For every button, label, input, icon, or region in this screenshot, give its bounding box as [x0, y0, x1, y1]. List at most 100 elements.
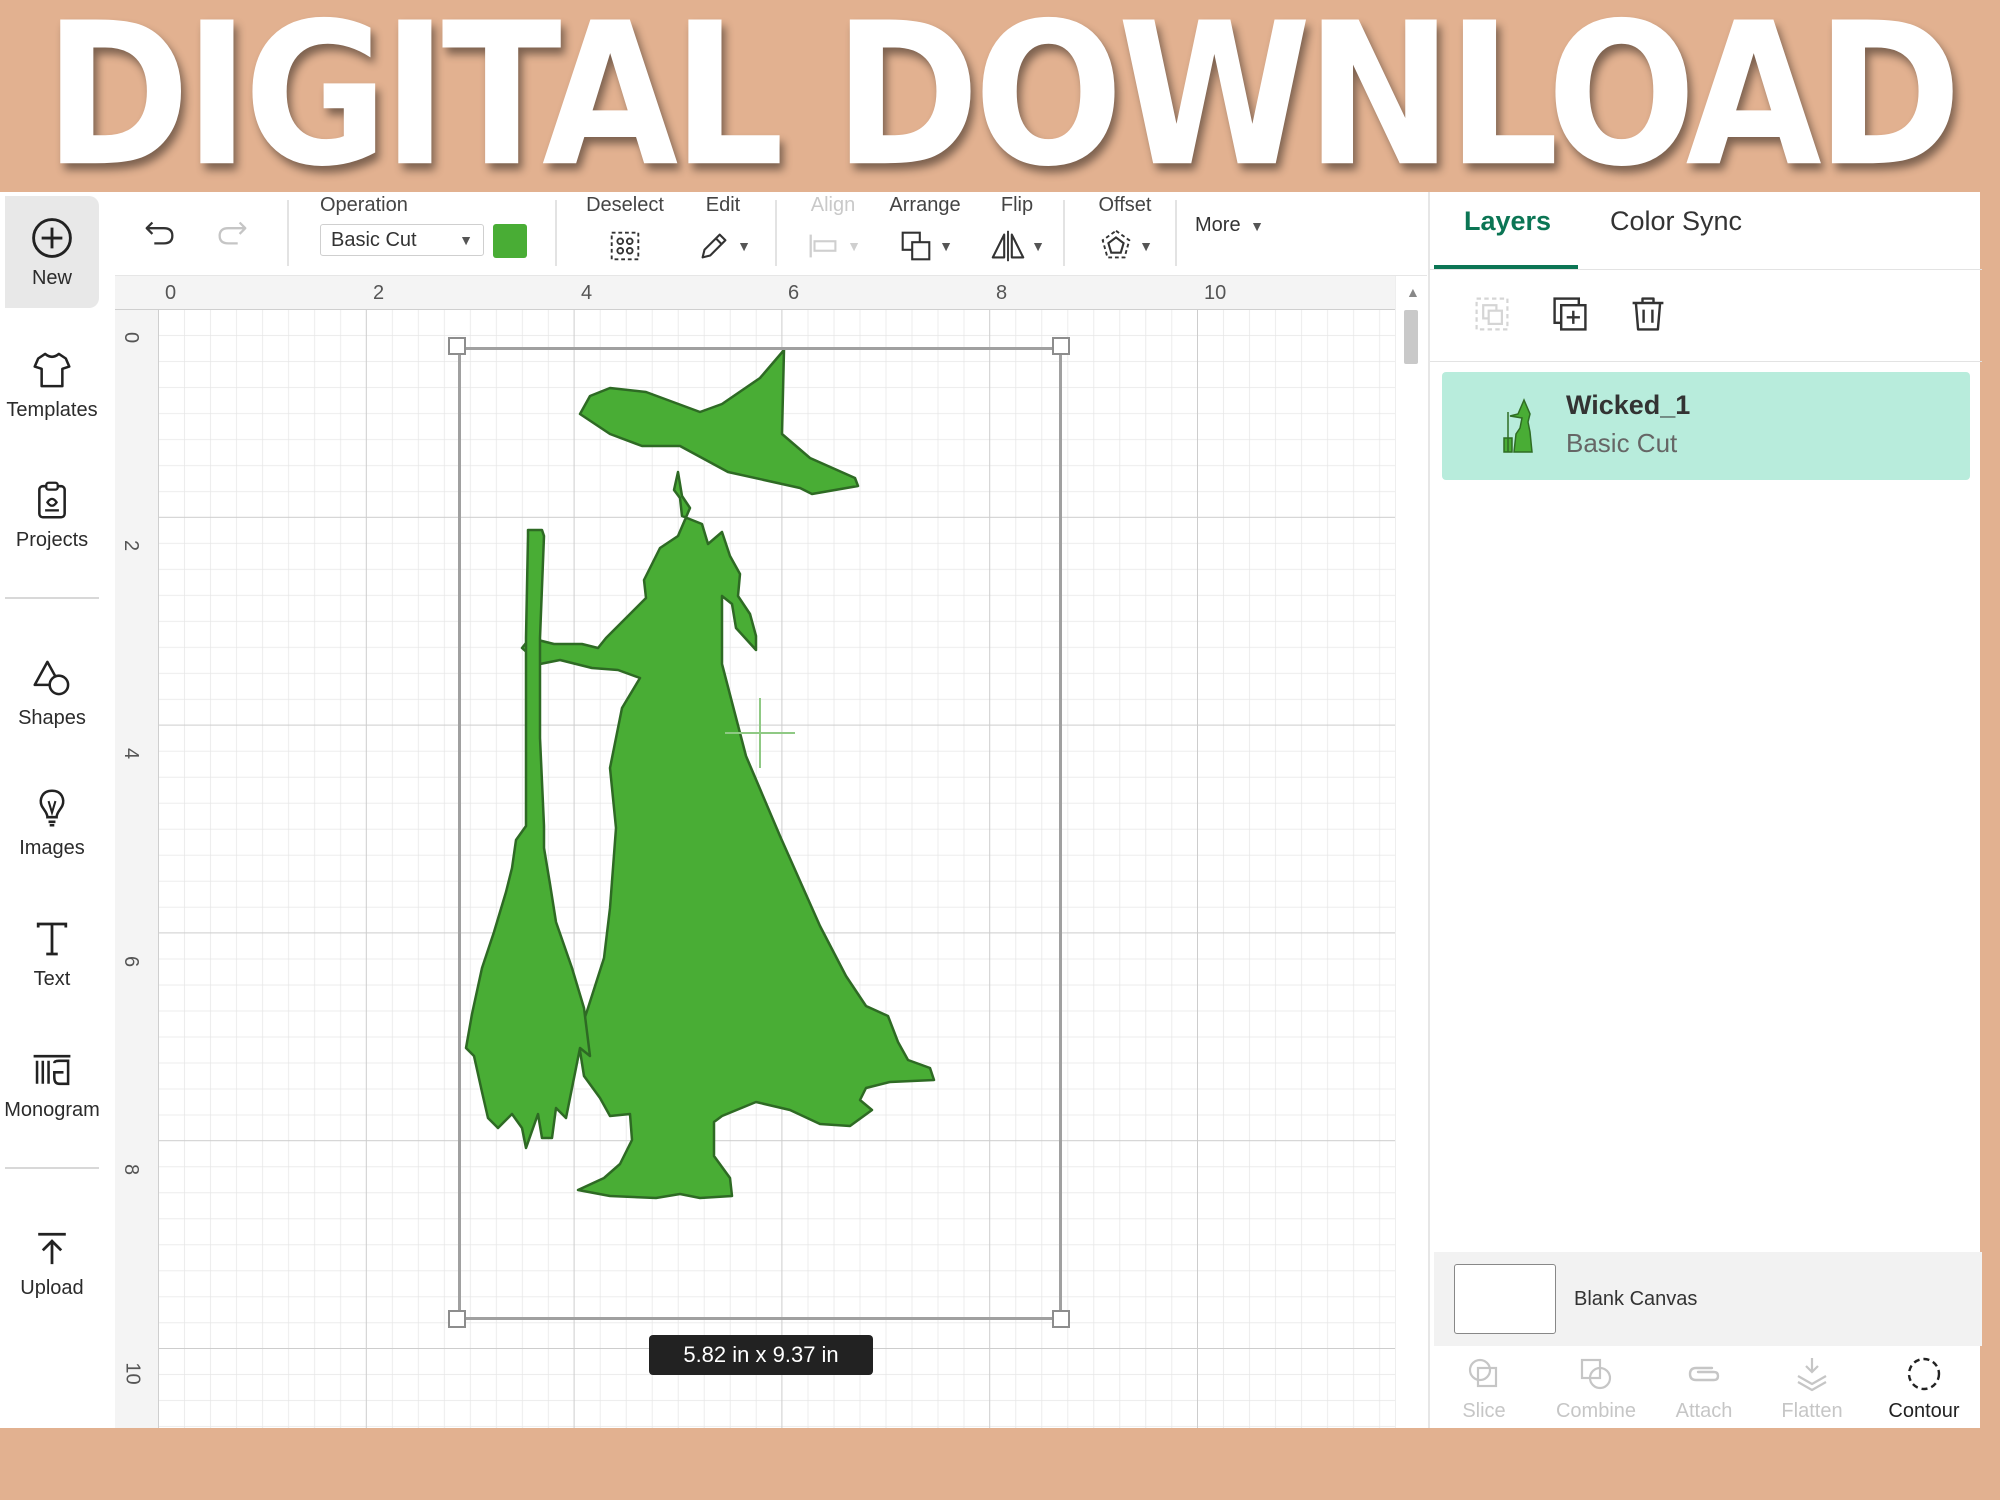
- operation-select[interactable]: Basic Cut ▼: [320, 224, 484, 256]
- blank-canvas-label: Blank Canvas: [1574, 1288, 1698, 1310]
- flip-button[interactable]: Flip ▼: [977, 192, 1057, 276]
- slice-label: Slice: [1462, 1400, 1506, 1422]
- nav-divider: [5, 597, 99, 599]
- combine-label: Combine: [1555, 1400, 1637, 1422]
- layer-tools: [1430, 270, 1982, 362]
- caret-down-icon: ▼: [939, 238, 953, 254]
- trash-icon[interactable]: [1626, 292, 1670, 336]
- tab-color-sync[interactable]: Color Sync: [1610, 206, 1742, 237]
- plus-circle-icon: [32, 217, 72, 258]
- text-icon: [36, 922, 68, 955]
- contour-button[interactable]: Contour: [1874, 1354, 1974, 1423]
- toolbar-divider: [287, 200, 289, 266]
- toolbar-divider: [555, 200, 557, 266]
- nav-label-templates: Templates: [6, 398, 98, 421]
- ruler-top-label: 6: [788, 282, 800, 304]
- nav-label-text: Text: [33, 967, 71, 990]
- layer-row[interactable]: Wicked_1 Basic Cut: [1442, 372, 1970, 480]
- nav-label-monogram: Monogram: [4, 1098, 100, 1121]
- nav-label-upload: Upload: [20, 1276, 84, 1299]
- witch-thumbnail-icon: [1503, 398, 1533, 453]
- active-tab-indicator: [1434, 265, 1578, 269]
- slice-icon: [1468, 1358, 1498, 1388]
- pencil-icon: [701, 233, 727, 259]
- deselect-button[interactable]: Deselect: [575, 192, 675, 276]
- slice-button[interactable]: Slice: [1434, 1354, 1534, 1423]
- contour-icon: [1907, 1357, 1941, 1391]
- tab-layers[interactable]: Layers: [1464, 206, 1551, 237]
- caret-down-icon: ▼: [1031, 238, 1045, 254]
- offset-button[interactable]: Offset ▼: [1080, 192, 1170, 276]
- ruler-top-label: 10: [1204, 282, 1227, 304]
- projects-icon: [38, 481, 66, 519]
- arrange-button[interactable]: Arrange ▼: [880, 192, 970, 276]
- offset-label: Offset: [1098, 194, 1152, 216]
- undo-button[interactable]: [135, 192, 185, 276]
- ruler-left-label: 2: [120, 539, 143, 552]
- resize-handle-bottom-left[interactable]: [448, 1310, 466, 1328]
- ruler-left: 0 2 4 6 8 10: [115, 310, 159, 1428]
- lightbulb-icon: [39, 788, 65, 827]
- paperclip-icon: [1688, 1366, 1720, 1382]
- nav-label-images: Images: [19, 836, 85, 859]
- ruler-left-label: 10: [121, 1362, 144, 1385]
- ruler-top-label: 0: [165, 282, 177, 304]
- attach-button[interactable]: Attach: [1654, 1354, 1754, 1423]
- nav-projects[interactable]: Projects: [5, 458, 99, 570]
- tshirt-icon: [33, 352, 71, 387]
- resize-handle-top-left[interactable]: [448, 337, 466, 355]
- flatten-label: Flatten: [1781, 1400, 1843, 1422]
- ruler-top: 0 2 4 6 8 10: [115, 276, 1395, 310]
- resize-handle-bottom-right[interactable]: [1052, 1310, 1070, 1328]
- operation-color-swatch[interactable]: [493, 224, 527, 258]
- ruler-left-label: 0: [120, 331, 143, 344]
- bottom-tools: Slice Combine Attach Flatten Contour: [1430, 1346, 1982, 1428]
- flatten-button[interactable]: Flatten: [1762, 1354, 1862, 1423]
- layers-panel: Layers Color Sync Wicked_1 Basic Cut Bla…: [1428, 192, 1982, 1428]
- duplicate-icon[interactable]: [1548, 292, 1592, 336]
- combine-button[interactable]: Combine: [1546, 1354, 1646, 1423]
- nav-text[interactable]: Text: [5, 897, 99, 1009]
- undo-icon: [145, 221, 174, 245]
- banner-title: DIGITAL DOWNLOAD: [44, 0, 1962, 211]
- flip-label: Flip: [1000, 194, 1034, 216]
- layer-operation: Basic Cut: [1566, 428, 1678, 458]
- group-icon[interactable]: [1470, 292, 1514, 336]
- nav-new[interactable]: New: [5, 196, 99, 308]
- nav-divider: [5, 1167, 99, 1169]
- redo-button[interactable]: [207, 192, 257, 276]
- more-button[interactable]: More ▼: [1195, 214, 1264, 237]
- scroll-thumb[interactable]: [1404, 310, 1418, 364]
- edit-label: Edit: [705, 194, 741, 216]
- nav-upload[interactable]: Upload: [5, 1206, 99, 1318]
- ruler-top-label: 2: [373, 282, 385, 304]
- shapes-icon: [33, 660, 70, 695]
- blank-canvas-swatch[interactable]: [1454, 1264, 1556, 1334]
- operation-label: Operation: [320, 194, 408, 216]
- vertical-scrollbar[interactable]: ▲: [1395, 276, 1427, 1428]
- toolbar-divider: [775, 200, 777, 266]
- align-button[interactable]: Align ▼: [793, 192, 873, 276]
- nav-images[interactable]: Images: [5, 766, 99, 878]
- contour-label: Contour: [1888, 1400, 1960, 1422]
- arrange-icon: [901, 231, 931, 261]
- blank-canvas-row[interactable]: Blank Canvas: [1434, 1252, 1982, 1346]
- toolbar-divider: [1175, 200, 1177, 266]
- toolbar: Operation Basic Cut ▼ Deselect Edit ▼ Al…: [115, 192, 1427, 276]
- selection-box: [458, 347, 1062, 1320]
- caret-down-icon: ▼: [847, 238, 861, 254]
- align-label: Align: [810, 194, 856, 216]
- deselect-label: Deselect: [586, 194, 664, 216]
- flatten-icon: [1797, 1358, 1827, 1392]
- nav-label-projects: Projects: [15, 528, 89, 551]
- edit-button[interactable]: Edit ▼: [683, 192, 763, 276]
- scroll-up-icon[interactable]: ▲: [1406, 284, 1420, 300]
- nav-shapes[interactable]: Shapes: [5, 636, 99, 748]
- caret-down-icon: ▼: [1139, 238, 1153, 254]
- resize-handle-top-right[interactable]: [1052, 337, 1070, 355]
- nav-templates[interactable]: Templates: [5, 328, 99, 440]
- nav-label-shapes: Shapes: [18, 706, 86, 729]
- monogram-icon: [33, 1054, 71, 1085]
- nav-monogram[interactable]: Monogram: [4, 1028, 100, 1140]
- ruler-left-label: 4: [120, 747, 143, 760]
